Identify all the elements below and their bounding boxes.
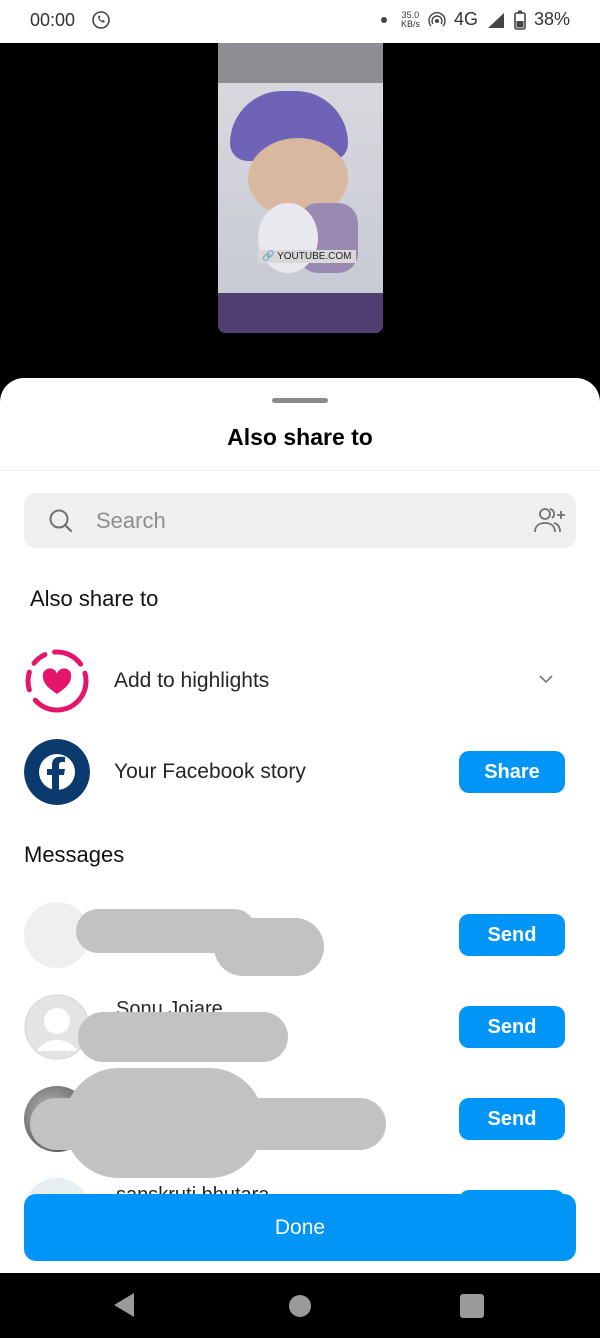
link-sticker: 🔗 YOUTUBE.COM	[258, 250, 356, 263]
add-people-icon[interactable]	[532, 505, 566, 537]
signal-icon	[487, 12, 504, 28]
status-time: 00:00	[30, 10, 76, 30]
chevron-down-icon[interactable]	[538, 674, 554, 684]
highlight-heart-icon	[25, 649, 89, 713]
speed-unit: KB/s	[400, 18, 420, 29]
sheet-title: Also share to	[227, 424, 373, 450]
redaction	[78, 1012, 288, 1062]
messages-heading: Messages	[24, 842, 125, 867]
link-sticker-label: YOUTUBE.COM	[277, 251, 352, 262]
header-divider	[0, 470, 600, 471]
facebook-share-button[interactable]: Share	[459, 751, 565, 793]
story-preview: 🔗 YOUTUBE.COM	[218, 43, 383, 333]
contact-row: Send	[24, 1068, 576, 1178]
search-icon	[49, 509, 73, 532]
contact-row: Send	[24, 900, 576, 976]
facebook-icon	[24, 739, 90, 805]
search-placeholder: Search	[96, 507, 166, 533]
notification-dot	[380, 16, 387, 23]
redaction	[214, 918, 324, 976]
network-speed: 35.0 KB/s	[400, 10, 420, 29]
share-sheet: Also share to Search Also share to Add t…	[0, 378, 600, 1273]
status-bar: 00:00 35.0 KB/s 4G 38%	[0, 0, 600, 43]
facebook-story-row: Your Facebook story Share	[24, 737, 576, 807]
home-icon[interactable]	[289, 1295, 311, 1317]
battery-icon	[514, 10, 526, 30]
whatsapp-icon	[92, 11, 110, 29]
also-share-heading: Also share to	[30, 586, 159, 611]
done-button[interactable]: Done	[24, 1194, 576, 1261]
redaction	[30, 1098, 386, 1150]
battery-level: 38%	[533, 9, 570, 29]
send-button[interactable]: Send	[459, 1006, 565, 1048]
add-to-highlights-label: Add to highlights	[114, 669, 270, 692]
search-input[interactable]: Search	[24, 493, 576, 548]
network-type: 4G	[453, 9, 478, 29]
system-nav-bar	[0, 1273, 600, 1338]
drag-handle[interactable]	[272, 398, 328, 403]
facebook-story-label: Your Facebook story	[114, 760, 306, 783]
story-bottom-band	[218, 293, 383, 333]
back-icon[interactable]	[114, 1293, 134, 1317]
send-button[interactable]: Send	[459, 1098, 565, 1140]
add-to-highlights-row[interactable]: Add to highlights	[24, 646, 576, 716]
recents-icon[interactable]	[460, 1294, 484, 1318]
contact-row: Sonu Joiare Send	[24, 992, 576, 1062]
story-top-band	[218, 43, 383, 83]
hotspot-icon	[428, 11, 446, 26]
story-illustration: 🔗 YOUTUBE.COM	[218, 83, 383, 293]
send-button[interactable]: Send	[459, 914, 565, 956]
